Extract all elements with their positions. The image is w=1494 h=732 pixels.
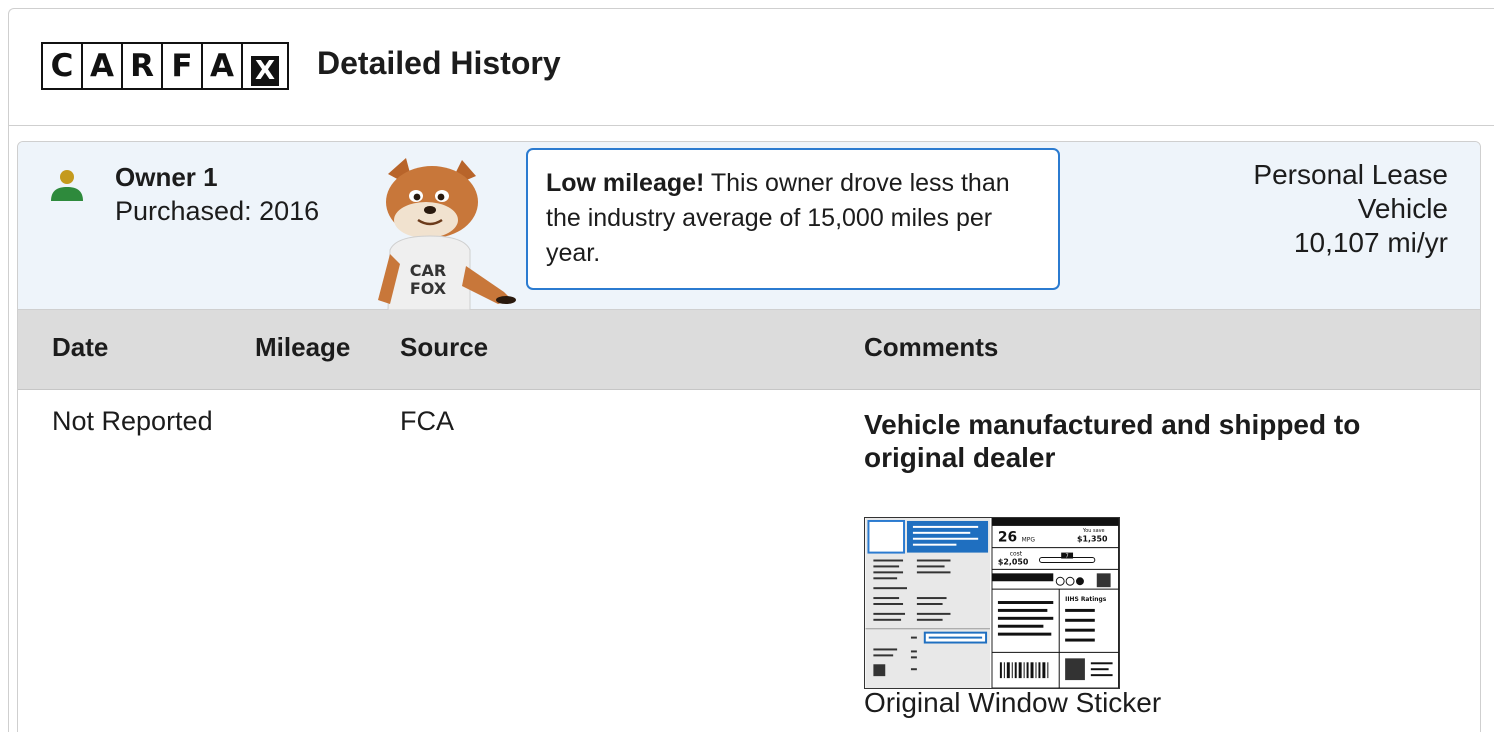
sticker-mpg: 26 bbox=[998, 530, 1017, 546]
row-comment-title: Vehicle manufactured and shipped to orig… bbox=[864, 409, 1361, 473]
row-date: Not Reported bbox=[52, 406, 213, 436]
sticker-you-save: $1,350 bbox=[1077, 535, 1108, 544]
callout-highlight: Low mileage! bbox=[546, 169, 705, 197]
column-header-comments: Comments bbox=[864, 332, 999, 362]
sticker-mpg-unit: MPG bbox=[1022, 537, 1036, 544]
table-header: Date Mileage Source Comments bbox=[18, 310, 1480, 390]
logo-letter: C bbox=[43, 44, 83, 88]
column-header-mileage: Mileage bbox=[255, 332, 351, 362]
ownership-type: Personal Lease bbox=[1253, 159, 1448, 190]
car-fox-mascot-icon: CAR FOX bbox=[378, 158, 516, 310]
report-header: C A R F A X Detailed History bbox=[9, 9, 1494, 126]
owner-purchased: Purchased: 2016 bbox=[115, 196, 320, 226]
mascot-shirt-text: CAR bbox=[410, 261, 446, 280]
person-icon bbox=[51, 170, 83, 201]
row-source: FCA bbox=[400, 406, 454, 436]
window-sticker-thumbnail[interactable]: 26 MPG You save $1,350 cost $2,050 7 IIH… bbox=[864, 517, 1120, 689]
svg-text:FOX: FOX bbox=[410, 279, 447, 298]
miles-per-year: 10,107 mi/yr bbox=[1293, 227, 1448, 258]
logo-letter: F bbox=[163, 44, 203, 88]
sticker-you-save-label: You save bbox=[1082, 528, 1105, 534]
owner-name: Owner 1 bbox=[115, 162, 218, 192]
logo-letter-x: X bbox=[243, 44, 287, 88]
low-mileage-callout: Low mileage! This owner drove less than … bbox=[526, 148, 1060, 290]
logo-letter: A bbox=[203, 44, 243, 88]
window-sticker-link[interactable]: Original Window Sticker bbox=[864, 687, 1161, 719]
sticker-rating: 7 bbox=[1066, 554, 1069, 560]
page-title: Detailed History bbox=[317, 45, 561, 81]
owner-history-card: Owner 1 Purchased: 2016 CAR FOX Low mile… bbox=[17, 141, 1481, 732]
logo-letter: A bbox=[83, 44, 123, 88]
sticker-ratings-title: IIHS Ratings bbox=[1065, 596, 1107, 603]
ownership-details: Personal Lease Vehicle 10,107 mi/yr bbox=[1148, 158, 1448, 260]
ownership-type-cont: Vehicle bbox=[1357, 193, 1448, 224]
logo-letter: R bbox=[123, 44, 163, 88]
column-header-date: Date bbox=[52, 332, 109, 362]
column-header-source: Source bbox=[400, 332, 489, 362]
owner-summary: Owner 1 Purchased: 2016 CAR FOX Low mile… bbox=[18, 142, 1480, 310]
carfax-logo: C A R F A X bbox=[41, 42, 289, 90]
sticker-fuel-cost: $2,050 bbox=[998, 557, 1029, 566]
